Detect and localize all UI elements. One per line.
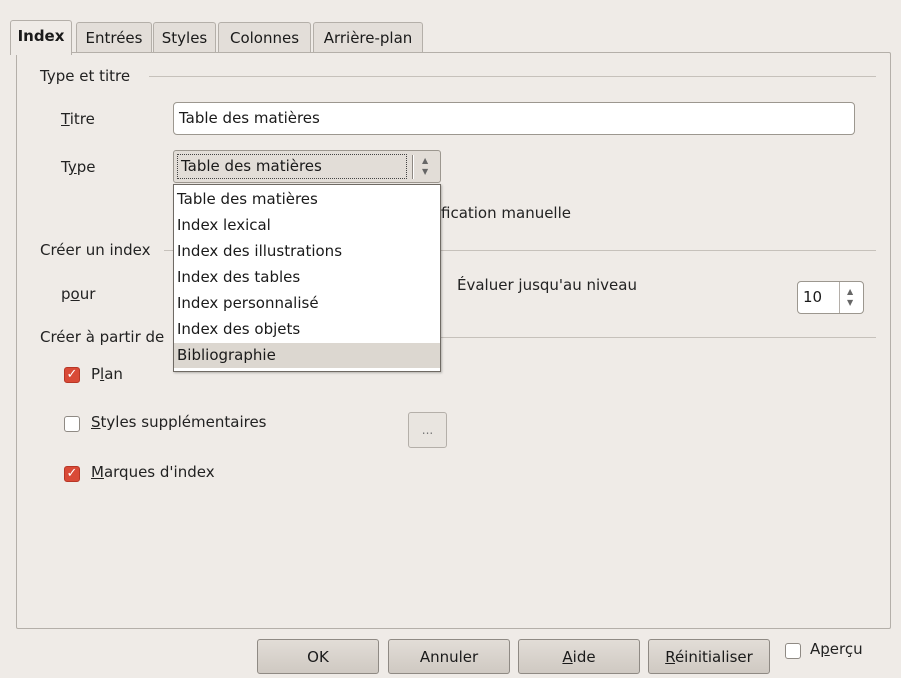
dropdown-option[interactable]: Index des illustrations xyxy=(174,239,440,264)
preview-label: Aperçu xyxy=(810,640,863,658)
plan-checkbox[interactable]: ✓ xyxy=(64,367,80,383)
section-type-title: Type et titre xyxy=(40,67,131,85)
section-divider xyxy=(441,337,876,338)
preview-checkbox[interactable] xyxy=(785,643,801,659)
dropdown-option[interactable]: Table des matières xyxy=(174,187,440,212)
level-value: 10 xyxy=(803,288,823,306)
dropdown-option-selected[interactable]: Bibliographie xyxy=(174,343,440,368)
combo-separator xyxy=(412,155,414,179)
dropdown-option[interactable]: Index lexical xyxy=(174,213,440,238)
section-divider xyxy=(164,250,173,251)
level-spinbox[interactable]: 10 ▲ ▼ xyxy=(797,281,864,314)
titre-label: Titre xyxy=(61,110,95,128)
pour-label: pour xyxy=(61,285,96,303)
styles-label: Styles supplémentaires xyxy=(91,413,267,431)
evaluate-level-label: Évaluer jusqu'au niveau xyxy=(457,276,637,294)
section-create-title: Créer un index xyxy=(40,241,151,259)
titre-input[interactable]: Table des matières xyxy=(173,102,855,135)
help-button[interactable]: Aide xyxy=(518,639,640,674)
cancel-button[interactable]: Annuler xyxy=(388,639,510,674)
type-combobox-value: Table des matières xyxy=(177,154,407,179)
tab-styles[interactable]: Styles xyxy=(153,22,216,54)
type-combobox[interactable]: Table des matières ▲ ▼ xyxy=(173,150,441,183)
type-dropdown-list: Table des matières Index lexical Index d… xyxy=(173,184,441,372)
tab-entrees[interactable]: Entrées xyxy=(76,22,152,54)
section-divider xyxy=(441,250,876,251)
styles-browse-button[interactable]: ... xyxy=(408,412,447,448)
type-label: Type xyxy=(61,158,96,176)
tab-colonnes[interactable]: Colonnes xyxy=(218,22,311,54)
ok-button[interactable]: OK xyxy=(257,639,379,674)
spin-separator xyxy=(839,282,840,313)
spin-down-arrow-icon[interactable]: ▼ xyxy=(847,298,853,307)
marques-checkbox[interactable]: ✓ xyxy=(64,466,80,482)
combo-down-arrow-icon: ▼ xyxy=(422,167,429,176)
dropdown-option[interactable]: Index personnalisé xyxy=(174,291,440,316)
section-from-title: Créer à partir de xyxy=(40,328,165,346)
dropdown-option[interactable]: Index des objets xyxy=(174,317,440,342)
combo-up-arrow-icon: ▲ xyxy=(422,156,429,165)
dropdown-option[interactable]: Index des tables xyxy=(174,265,440,290)
spin-up-arrow-icon[interactable]: ▲ xyxy=(847,287,853,296)
plan-label: Plan xyxy=(91,365,123,383)
tab-arriere-plan[interactable]: Arrière-plan xyxy=(313,22,423,54)
tab-index[interactable]: Index xyxy=(10,20,72,55)
manual-modification-label: fication manuelle xyxy=(441,204,571,222)
marques-label: Marques d'index xyxy=(91,463,215,481)
styles-checkbox[interactable] xyxy=(64,416,80,432)
reset-button[interactable]: Réinitialiser xyxy=(648,639,770,674)
section-divider xyxy=(149,76,876,77)
